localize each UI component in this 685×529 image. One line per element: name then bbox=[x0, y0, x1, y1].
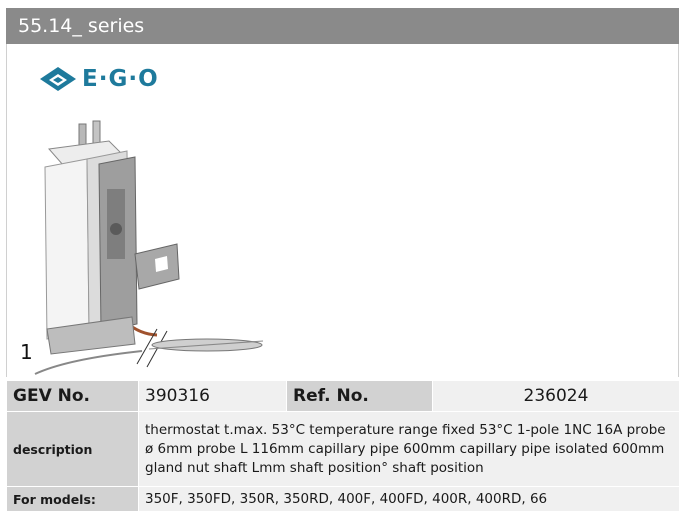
gev-label: GEV No. bbox=[6, 380, 139, 412]
ego-logo-icon bbox=[40, 67, 76, 91]
models-label: For models: bbox=[6, 486, 139, 512]
position-number: 1 bbox=[20, 340, 33, 364]
ref-value: 236024 bbox=[432, 380, 680, 412]
table-row: For models: 350F, 350FD, 350R, 350RD, 40… bbox=[6, 486, 680, 512]
table-row: description thermostat t.max. 53°C tempe… bbox=[6, 411, 680, 487]
table-row: GEV No. 390316 Ref. No. 236024 bbox=[6, 380, 680, 412]
spec-table: GEV No. 390316 Ref. No. 236024 descripti… bbox=[6, 380, 680, 512]
logo-text: E·G·O bbox=[82, 66, 159, 92]
gev-value: 390316 bbox=[138, 380, 287, 412]
series-title: 55.14_ series bbox=[6, 8, 679, 44]
ego-logo: E·G·O bbox=[37, 64, 197, 100]
models-value: 350F, 350FD, 350R, 350RD, 400F, 400FD, 4… bbox=[138, 486, 680, 512]
product-image-area: E·G·O 1 bbox=[6, 44, 679, 377]
ref-label: Ref. No. bbox=[286, 380, 433, 412]
description-label: description bbox=[6, 411, 139, 487]
description-value: thermostat t.max. 53°C temperature range… bbox=[138, 411, 680, 487]
thermostat-product-image bbox=[34, 120, 264, 375]
